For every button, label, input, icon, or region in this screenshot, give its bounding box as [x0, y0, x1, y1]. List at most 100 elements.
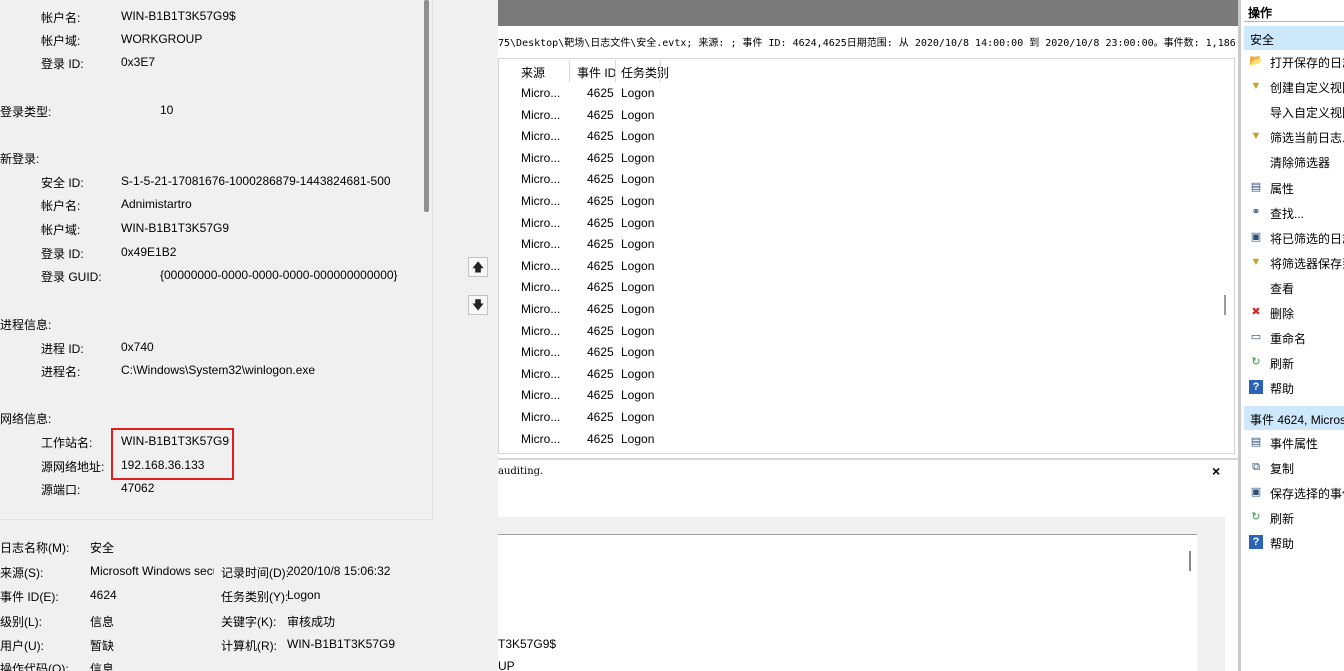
next-event-button[interactable]: 🡇	[468, 295, 488, 315]
pane-splitter[interactable]	[498, 458, 1238, 460]
column-divider[interactable]	[660, 60, 661, 82]
event-row[interactable]: Micro... 4625 Logon	[499, 407, 1234, 429]
action-item[interactable]: ▤ 事件属性	[1244, 430, 1344, 455]
event-source-cell: Micro...	[521, 150, 561, 165]
previous-event-button[interactable]: 🡅	[468, 257, 488, 277]
actions-title: 操作	[1244, 0, 1344, 22]
event-row[interactable]: Micro... 4625 Logon	[499, 83, 1234, 105]
event-list[interactable]: 来源 事件 ID 任务类别 Micro... 4625 Logon Micro... 4…	[498, 58, 1235, 454]
event-row[interactable]: Micro... 4625 Logon	[499, 364, 1234, 386]
logon-type-label: 登录类型:	[0, 105, 52, 119]
event-row[interactable]: Micro... 4625 Logon	[499, 385, 1234, 407]
action-item[interactable]: ⧉ 复制	[1244, 455, 1344, 480]
action-item[interactable]: ↻ 刷新	[1244, 505, 1344, 530]
event-id-cell: 4625	[587, 388, 614, 403]
event-id-cell: 4625	[587, 431, 614, 446]
column-header-source[interactable]: 来源	[521, 64, 545, 81]
binoculars-icon: ⚭	[1251, 205, 1261, 218]
event-preview-title: auditing.	[498, 466, 544, 477]
action-item[interactable]: ⚭ 查找...	[1244, 200, 1344, 225]
event-source-cell: Micro...	[521, 388, 561, 403]
column-header-task-category[interactable]: 任务类别	[621, 64, 669, 81]
new-logon-id-label: 登录 ID:	[41, 247, 84, 261]
source-port-value: 47062	[121, 481, 155, 495]
event-row[interactable]: Micro... 4625 Logon	[499, 429, 1234, 451]
task-category-cell: Logon	[621, 366, 655, 381]
log-name-label: 日志名称(M):	[0, 541, 70, 555]
keywords-label: 关键字(K):	[221, 615, 277, 629]
workstation-name-label: 工作站名:	[41, 436, 93, 450]
event-row[interactable]: Micro... 4625 Logon	[499, 105, 1234, 127]
actions-section-event[interactable]: 事件 4624, Microsoft	[1244, 406, 1344, 430]
action-item[interactable]: ▣ 将已筛选的日志文	[1244, 225, 1344, 250]
action-label: 帮助	[1270, 382, 1295, 397]
event-row[interactable]: Micro... 4625 Logon	[499, 148, 1234, 170]
preview-scrollbar[interactable]	[1189, 551, 1191, 571]
action-item[interactable]: 清除筛选器	[1244, 149, 1344, 174]
action-label: 属性	[1270, 181, 1295, 196]
task-category-cell: Logon	[621, 258, 655, 273]
event-id-cell: 4625	[587, 86, 614, 100]
event-source-cell: Micro...	[521, 129, 561, 144]
column-divider[interactable]	[615, 60, 616, 82]
action-label: 帮助	[1270, 537, 1295, 552]
computer-value: WIN-B1B1T3K57G9	[287, 637, 396, 651]
action-item[interactable]: ↻ 刷新	[1244, 350, 1344, 375]
event-row[interactable]: Micro... 4625 Logon	[499, 299, 1234, 321]
action-label: 打开保存的日志...	[1270, 56, 1344, 70]
event-source-cell: Micro...	[521, 345, 561, 360]
action-item[interactable]: ? 帮助	[1244, 530, 1344, 555]
column-divider[interactable]	[569, 60, 570, 82]
event-properties-icon: ▤	[1250, 436, 1262, 448]
event-list-scrollbar[interactable]	[1224, 295, 1226, 315]
event-id-cell: 4625	[587, 129, 614, 144]
event-source-cell: Micro...	[521, 86, 561, 100]
help-icon: ?	[1249, 535, 1263, 550]
logon-type-value: 10	[160, 103, 174, 117]
action-item[interactable]: ▭ 重命名	[1244, 325, 1344, 350]
description-scrollbar[interactable]	[424, 0, 429, 212]
action-item[interactable]: ▼ 将筛选器保存到自	[1244, 250, 1344, 275]
new-logon-id-value: 0x49E1B2	[121, 245, 177, 259]
event-id-cell: 4625	[587, 366, 614, 381]
column-header-event-id[interactable]: 事件 ID	[577, 64, 616, 81]
action-item[interactable]: 📂 打开保存的日志...	[1244, 49, 1344, 74]
event-row[interactable]: Micro... 4625 Logon	[499, 321, 1234, 343]
event-row[interactable]: Micro... 4625 Logon	[499, 342, 1234, 364]
action-label: 重命名	[1270, 332, 1307, 347]
action-item[interactable]: ▤ 属性	[1244, 175, 1344, 200]
blank-icon	[1249, 280, 1263, 294]
blank-icon	[1249, 104, 1263, 118]
close-preview-button[interactable]: ×	[1212, 463, 1220, 479]
event-row[interactable]: Micro... 4625 Logon	[499, 256, 1234, 278]
action-item[interactable]: ✖ 删除	[1244, 300, 1344, 325]
actions-pane: 操作 安全 📂 打开保存的日志... ▼ 创建自定义视图... 导入自定义视图... ▼ 筛…	[1238, 0, 1344, 671]
event-row[interactable]: Micro... 4625 Logon	[499, 126, 1234, 148]
action-label: 保存选择的事件...	[1270, 487, 1344, 502]
action-item[interactable]: ▣ 保存选择的事件...	[1244, 480, 1344, 505]
open-folder-icon: 📂	[1249, 55, 1263, 67]
action-item[interactable]: ? 帮助	[1244, 375, 1344, 400]
action-item[interactable]: ▼ 筛选当前日志...	[1244, 124, 1344, 149]
source-network-address-label: 源网络地址:	[41, 460, 105, 474]
action-item[interactable]: 查看	[1244, 275, 1344, 300]
action-label: 将已筛选的日志文	[1270, 231, 1344, 246]
event-id-cell: 4625	[587, 107, 614, 122]
keywords-value: 审核成功	[287, 615, 336, 629]
logon-guid-label: 登录 GUID:	[41, 270, 102, 284]
task-category-cell: Logon	[621, 107, 655, 122]
event-row[interactable]: Micro... 4625 Logon	[499, 169, 1234, 191]
highlight-box	[111, 428, 234, 480]
opcode-label: 操作代码(O):	[0, 662, 69, 671]
actions-section-security[interactable]: 安全	[1244, 26, 1344, 50]
action-item[interactable]: 导入自定义视图...	[1244, 99, 1344, 124]
event-row[interactable]: Micro... 4625 Logon	[499, 234, 1234, 256]
action-item[interactable]: ▼ 创建自定义视图...	[1244, 74, 1344, 99]
event-source-cell: Micro...	[521, 194, 561, 208]
event-row[interactable]: Micro... 4625 Logon	[499, 277, 1234, 299]
event-row[interactable]: Micro... 4625 Logon	[499, 191, 1234, 213]
event-row[interactable]: Micro... 4625 Logon	[499, 213, 1234, 235]
task-category-cell: Logon	[621, 431, 655, 446]
logged-label: 记录时间(D):	[221, 566, 289, 580]
event-source-cell: Micro...	[521, 215, 561, 230]
